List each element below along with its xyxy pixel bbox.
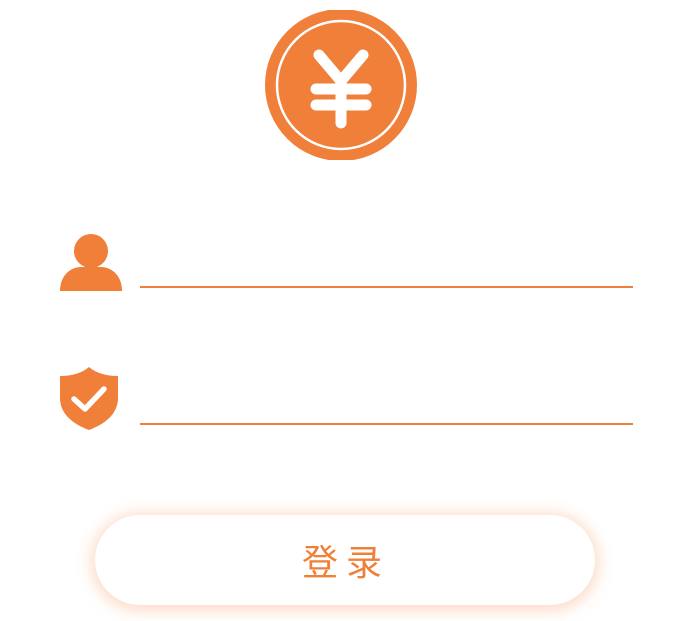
user-icon <box>58 228 122 292</box>
username-row <box>58 228 638 298</box>
login-button[interactable]: 登录 <box>95 515 595 605</box>
password-row <box>58 365 638 435</box>
username-input[interactable] <box>140 252 633 288</box>
yen-coin-icon <box>264 10 419 160</box>
shield-check-icon <box>58 365 122 430</box>
password-input[interactable] <box>140 389 633 425</box>
